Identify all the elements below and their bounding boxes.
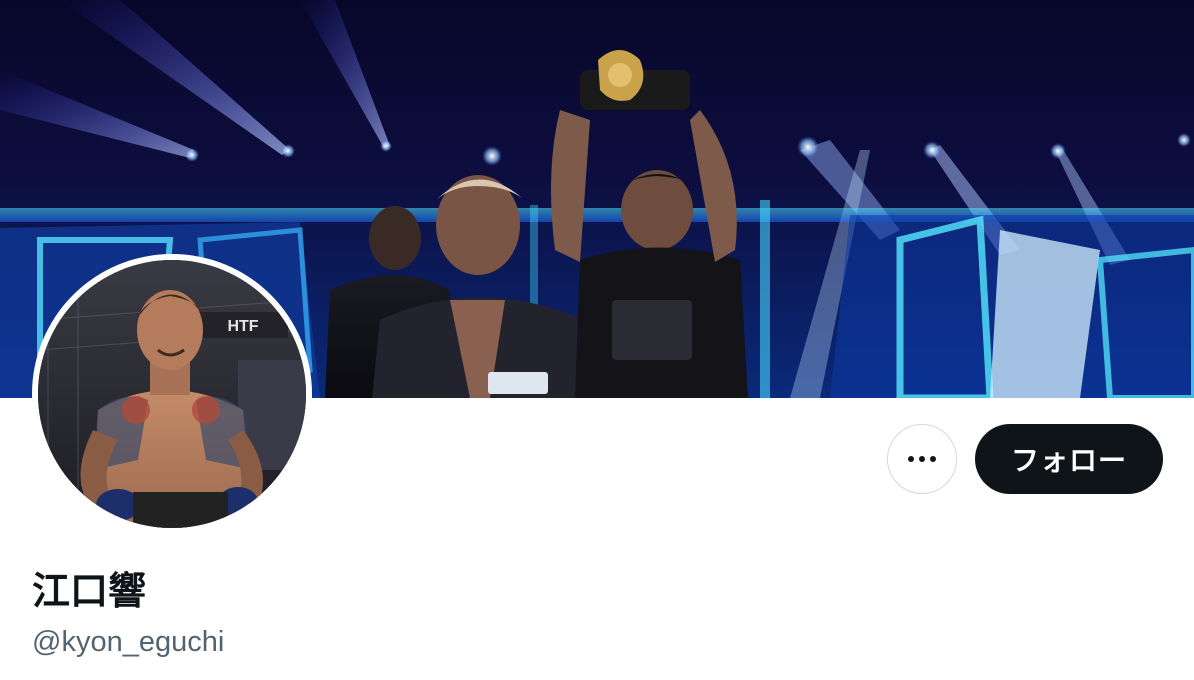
- username-handle: @kyon_eguchi: [32, 626, 225, 658]
- avatar-photo: HTF: [38, 260, 306, 528]
- display-name: 江口響: [32, 569, 147, 613]
- avatar[interactable]: HTF: [32, 254, 312, 534]
- follow-button[interactable]: フォロー: [975, 424, 1163, 494]
- profile-page: HTF フォロー 江口響 @kyon_eguchi: [0, 0, 1194, 680]
- more-button[interactable]: [887, 424, 957, 494]
- svg-text:HTF: HTF: [227, 318, 258, 335]
- more-horizontal-icon: [908, 456, 936, 462]
